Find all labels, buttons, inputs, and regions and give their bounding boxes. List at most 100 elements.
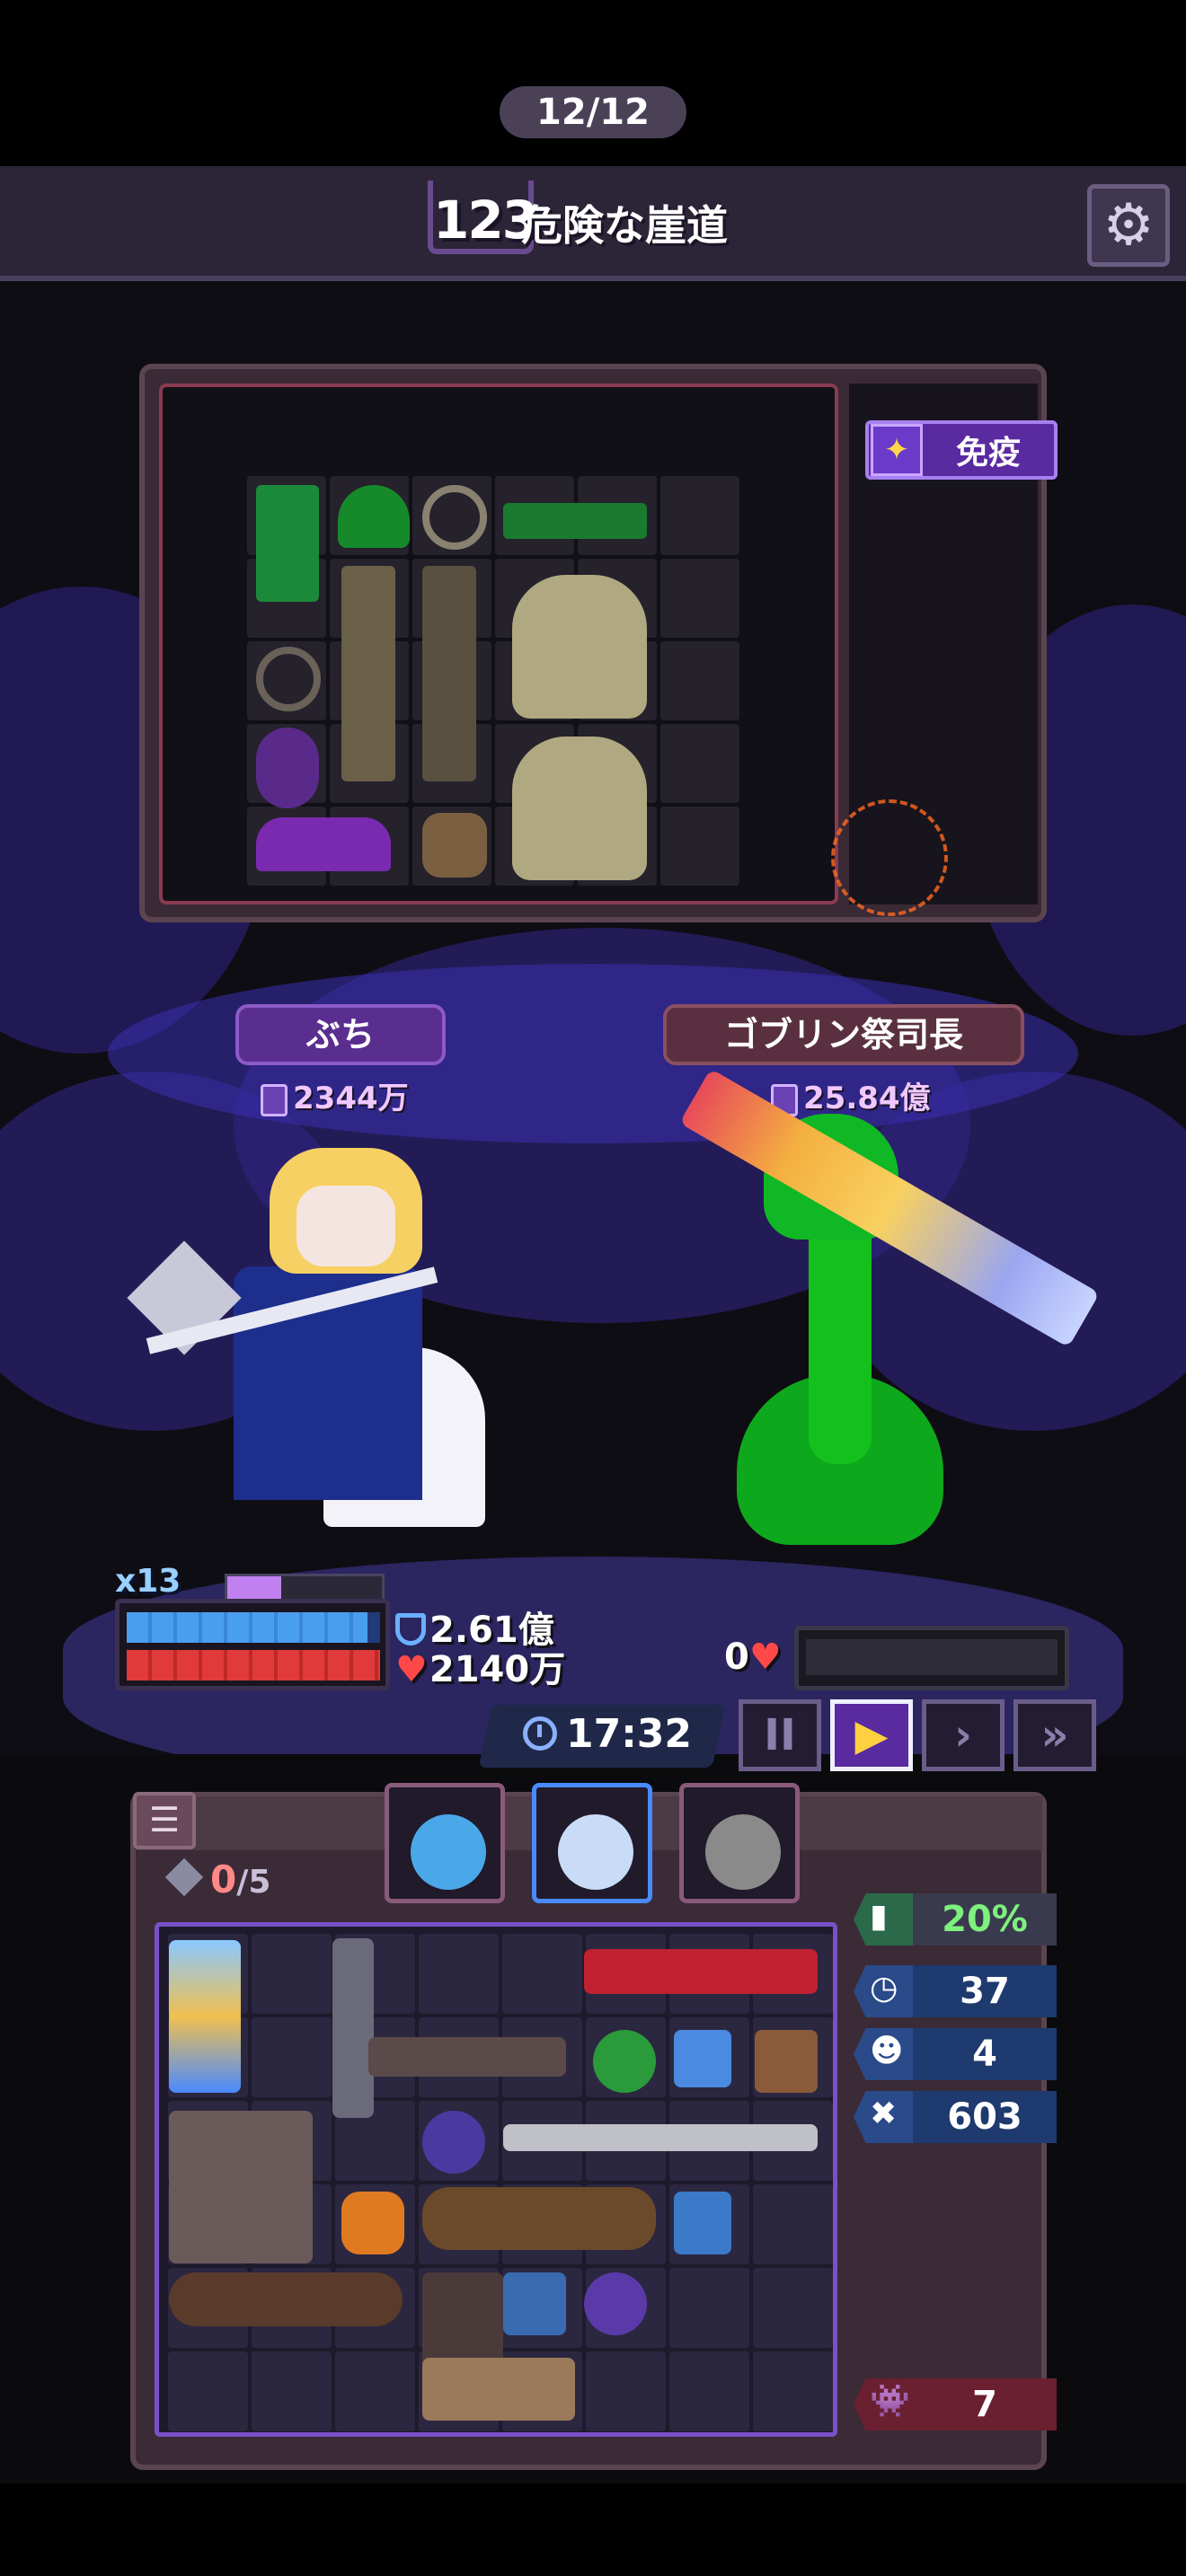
enemy-hp-stat: 0♥ [724,1636,783,1678]
rage-stat: ☻ 4 [854,2028,1057,2080]
inventory-cell[interactable] [252,2017,332,2097]
enemy-hp-bar [794,1626,1069,1690]
enemy-hp-empty [806,1639,1058,1675]
enemy-power: 25.84億 [771,1073,931,1117]
speed-stat: ◷ 37 [854,1965,1057,2017]
speed-value: 37 [913,1965,1057,2017]
kills-stat: ✖ 603 [854,2091,1057,2143]
settings-button[interactable]: ⚙ [1087,184,1170,267]
pause-button[interactable]: II [739,1699,821,1771]
inventory-cell[interactable] [168,2351,248,2431]
enemy-icon: 👾 [854,2378,915,2430]
loot-cell [660,724,739,803]
mana-fill [227,1576,282,1600]
hero-hp-stat: ♥2140万 [395,1640,565,1692]
ring-icon [256,647,321,711]
loot-cell [660,476,739,555]
wave-progress: 12/12 [500,86,686,138]
enemy-count-stat: 👾 7 [854,2378,1057,2430]
immune-icon: ✦ [871,424,923,476]
speed-icon: ◷ [854,1965,915,2017]
blue-tool-icon[interactable] [503,2272,566,2335]
orange-potion-icon[interactable] [341,2192,404,2254]
inventory-cell[interactable] [669,2268,749,2348]
combo-counter: x13 [115,1563,181,1600]
goblin-skull-icon [512,575,647,719]
heart-icon: ♥ [748,1636,782,1678]
inventory-cell[interactable] [669,2351,749,2431]
crit-icon: ▮ [854,1893,915,1945]
hero-face [296,1186,395,1266]
gem-icon [164,1857,204,1897]
wolf-face-icon [558,1814,633,1890]
loot-cell [660,641,739,720]
inventory-cell[interactable] [586,2351,666,2431]
green-slime-icon [338,485,410,548]
ring-icon [422,485,487,550]
syringe-icon[interactable] [503,2124,818,2151]
sack-icon [422,813,487,878]
white-wolf-portrait[interactable] [532,1783,652,1903]
rage-icon: ☻ [854,2028,915,2080]
magic-orb-icon[interactable] [422,2111,485,2174]
inventory-cell[interactable] [335,2351,415,2431]
shield-fill [127,1612,367,1643]
rage-value: 4 [913,2028,1057,2080]
red-saw-blade-icon[interactable] [584,1949,818,1994]
ghost-portrait[interactable] [679,1783,800,1903]
enemy-nameplate: ゴブリン祭司長 [663,1004,1024,1065]
enemy-hp-value: 0 [724,1636,749,1678]
gem-total: /5 [236,1864,271,1901]
bar-chart-icon: ▮ [870,1898,888,1935]
hammer-handle-icon[interactable] [332,1938,374,2118]
staff-icon [341,566,395,781]
clock-icon: ◷ [870,1970,898,2007]
loot-cell [660,807,739,886]
list-icon: ☰ [148,1800,181,1839]
armor-icon[interactable] [169,2111,313,2263]
shield-bar [127,1612,380,1643]
play-speed-1-button[interactable]: ▶ [830,1699,913,1771]
power-icon [261,1083,288,1116]
inventory-cell[interactable] [753,2268,833,2348]
inventory-menu-button[interactable]: ☰ [133,1792,196,1849]
ghost-face-icon [705,1814,781,1890]
purple-orb-icon[interactable] [584,2272,647,2335]
inventory-cell[interactable] [753,2351,833,2431]
status-bar-area [0,0,1186,166]
immune-label: 免疫 [955,435,1021,472]
hero-nameplate: ぶち [235,1004,446,1065]
play-speed-2-button[interactable]: › [922,1699,1005,1771]
crystal-shield-icon[interactable] [169,1940,241,2093]
crit-rate-stat: ▮ 20% [854,1893,1057,1945]
goblin-skull-icon [512,737,647,880]
heart-icon: ♥ [395,1649,428,1690]
scroll-bundle-icon[interactable] [422,2358,575,2421]
hp-fill [127,1650,380,1681]
rifle-icon[interactable] [368,2037,566,2077]
hp-bar [127,1650,380,1681]
kills-value: 603 [913,2091,1057,2143]
helmet-icon[interactable] [755,2030,818,2093]
slime-face-icon [411,1814,486,1890]
immune-badge[interactable]: ✦ 免疫 [865,420,1058,480]
green-dagger-icon [256,485,319,602]
fire-particles [831,799,948,916]
blue-glove-icon[interactable] [674,2030,731,2087]
inventory-cell[interactable] [252,2351,332,2431]
blue-gauntlet-icon[interactable] [674,2192,731,2254]
spiked-club-icon[interactable] [169,2272,403,2326]
potion-icon[interactable] [593,2030,656,2093]
inventory-cell[interactable] [502,1934,582,2014]
play-speed-3-button[interactable]: » [1013,1699,1096,1771]
gear-icon: ⚙ [1102,192,1155,259]
blue-slime-portrait[interactable] [385,1783,505,1903]
monster-face-icon: ☻ [870,2033,904,2069]
inventory-cell[interactable] [753,2184,833,2264]
loot-cell [660,559,739,638]
inventory-cell[interactable] [252,1934,332,2014]
club-icon[interactable] [422,2187,656,2250]
battle-timer: 17:32 [500,1711,715,1757]
purple-egg-icon [256,728,319,808]
inventory-cell[interactable] [419,1934,499,2014]
